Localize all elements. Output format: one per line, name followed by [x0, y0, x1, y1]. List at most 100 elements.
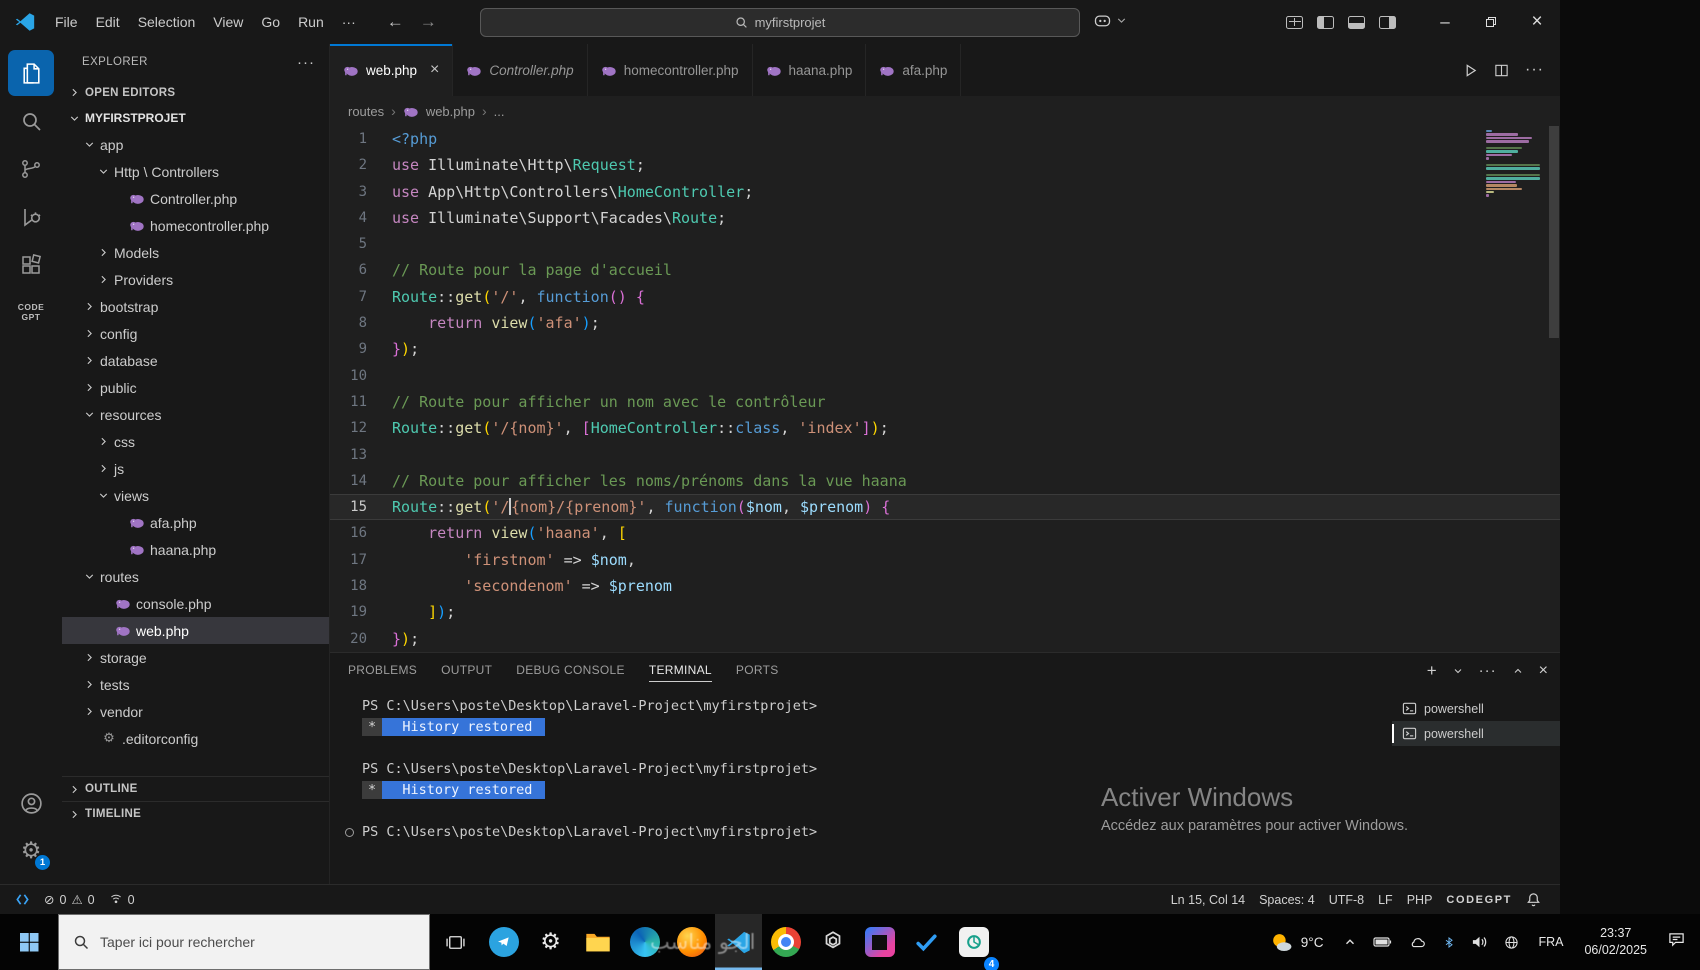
code-line-14[interactable]: 14 // Route pour afficher les noms/prénom… — [330, 468, 1560, 494]
tab-web.php[interactable]: web.php × — [330, 44, 454, 96]
maximize-panel-icon[interactable] — [1512, 665, 1524, 677]
code-line-8[interactable]: 8 return view('afa'); — [330, 310, 1560, 336]
taskbar-edge[interactable] — [621, 914, 668, 970]
taskbar-file-explorer[interactable] — [574, 914, 621, 970]
code-line-18[interactable]: 18 'secondenom' => $prenom — [330, 573, 1560, 599]
menu-go[interactable]: Go — [252, 8, 289, 36]
tree-item-resources[interactable]: resources — [62, 401, 329, 428]
terminal-instance[interactable]: powershell — [1392, 721, 1560, 746]
taskbar-jetbrains[interactable] — [856, 914, 903, 970]
copilot-menu[interactable] — [1092, 10, 1128, 31]
activity-explorer[interactable] — [8, 50, 54, 96]
panel-tab-debug-console[interactable]: DEBUG CONSOLE — [516, 653, 625, 688]
activity-source-control[interactable] — [8, 146, 54, 192]
tab-homecontroller.php[interactable]: homecontroller.php — [587, 44, 753, 96]
code-line-10[interactable]: 10 — [330, 363, 1560, 389]
code-line-20[interactable]: 20}); — [330, 626, 1560, 652]
nav-back-button[interactable]: ← — [387, 12, 404, 32]
language-indicator[interactable]: FRA — [1527, 935, 1574, 949]
tree-item-vendor[interactable]: vendor — [62, 698, 329, 725]
tree-item-.editorconfig[interactable]: ⚙ .editorconfig — [62, 725, 329, 752]
terminal-output[interactable]: PS C:\Users\poste\Desktop\Laravel-Projec… — [330, 688, 1392, 884]
menu-view[interactable]: View — [204, 8, 252, 36]
panel-tab-ports[interactable]: PORTS — [736, 653, 779, 688]
breadcrumb-item[interactable]: routes — [348, 104, 384, 119]
tab-Controller.php[interactable]: Controller.php — [453, 44, 588, 96]
tree-item-Controller.php[interactable]: Controller.php — [62, 185, 329, 212]
menu-edit[interactable]: Edit — [87, 8, 129, 36]
tree-item-homecontroller.php[interactable]: homecontroller.php — [62, 212, 329, 239]
taskbar-openai[interactable] — [809, 914, 856, 970]
task-view-button[interactable] — [430, 914, 480, 970]
tree-item-js[interactable]: js — [62, 455, 329, 482]
code-line-7[interactable]: 7 Route::get('/', function() { — [330, 284, 1560, 310]
tree-item-css[interactable]: css — [62, 428, 329, 455]
minimap[interactable] — [1486, 130, 1544, 198]
tree-item-HttpControllers[interactable]: Http \ Controllers — [62, 158, 329, 185]
menu-selection[interactable]: Selection — [129, 8, 205, 36]
tree-item-storage[interactable]: storage — [62, 644, 329, 671]
more-actions-icon[interactable]: ··· — [1525, 61, 1544, 79]
code-editor[interactable]: 1 <?php 2 use Illuminate\Http\Request; 3 use … — [330, 126, 1560, 652]
status-encoding[interactable]: UTF-8 — [1322, 893, 1371, 907]
new-terminal-icon[interactable]: + — [1427, 661, 1437, 681]
customize-layout-icon[interactable] — [1286, 15, 1303, 29]
code-line-9[interactable]: 9}); — [330, 336, 1560, 362]
code-line-11[interactable]: 11 // Route pour afficher un nom avec le … — [330, 389, 1560, 415]
tree-item-console.php[interactable]: console.php — [62, 590, 329, 617]
nav-forward-button[interactable]: → — [420, 12, 437, 32]
status-cursor-position[interactable]: Ln 15, Col 14 — [1164, 893, 1252, 907]
breadcrumb-item[interactable]: web.php — [426, 104, 475, 119]
toggle-panel-icon[interactable] — [1348, 15, 1365, 29]
taskbar-gpt4[interactable]: 4 — [950, 914, 999, 970]
activity-settings[interactable]: ⚙ 1 — [8, 828, 54, 874]
command-center-search[interactable]: myfirstprojet — [480, 8, 1080, 37]
tray-battery[interactable] — [1365, 935, 1401, 950]
tree-item-Providers[interactable]: Providers — [62, 266, 329, 293]
tree-item-database[interactable]: database — [62, 347, 329, 374]
menu-[interactable]: ··· — [333, 8, 365, 36]
close-panel-icon[interactable]: × — [1539, 662, 1548, 680]
problems-indicator[interactable]: ⊘ 0 ⚠ 0 — [37, 892, 102, 908]
tree-item-config[interactable]: config — [62, 320, 329, 347]
tray-bluetooth[interactable] — [1435, 935, 1463, 950]
code-line-16[interactable]: 16 return view('haana', [ — [330, 520, 1560, 546]
status-eol[interactable]: LF — [1371, 893, 1400, 907]
activity-extensions[interactable] — [8, 242, 54, 288]
more-actions-icon[interactable]: ··· — [297, 54, 315, 71]
editor-scrollbar[interactable] — [1549, 126, 1559, 338]
tray-cloud[interactable] — [1401, 935, 1435, 950]
tree-item-web.php[interactable]: web.php — [62, 617, 329, 644]
menu-file[interactable]: File — [46, 8, 87, 36]
tree-item-routes[interactable]: routes — [62, 563, 329, 590]
code-line-6[interactable]: 6 // Route pour la page d'accueil — [330, 257, 1560, 283]
split-editor-icon[interactable] — [1494, 63, 1509, 78]
window-close-button[interactable]: × — [1514, 0, 1560, 44]
activity-account[interactable] — [8, 780, 54, 826]
start-button[interactable] — [0, 914, 58, 970]
terminal-instance[interactable]: powershell — [1392, 696, 1560, 721]
panel-tab-terminal[interactable]: TERMINAL — [648, 653, 712, 688]
toggle-secondary-sidebar-icon[interactable] — [1379, 15, 1396, 29]
activity-codegpt[interactable]: CODE GPT — [8, 290, 54, 336]
panel-tab-output[interactable]: OUTPUT — [441, 653, 492, 688]
tray-chevron-up[interactable] — [1335, 935, 1365, 950]
close-tab-icon[interactable]: × — [430, 61, 439, 79]
outline-section[interactable]: OUTLINE — [62, 776, 329, 801]
ports-indicator[interactable]: 0 — [102, 893, 142, 907]
code-line-15[interactable]: 15 Route::get('/{nom}/{prenom}', function… — [330, 494, 1560, 521]
weather-widget[interactable]: 9°C — [1257, 930, 1336, 955]
tree-item-views[interactable]: views — [62, 482, 329, 509]
code-line-5[interactable]: 5 — [330, 231, 1560, 257]
code-line-3[interactable]: 3 use App\Http\Controllers\HomeController… — [330, 179, 1560, 205]
taskbar-firefox[interactable] — [668, 914, 715, 970]
project-root-folder[interactable]: MYFIRSTPROJET — [62, 105, 329, 131]
panel-more-icon[interactable]: ··· — [1479, 662, 1497, 679]
code-line-2[interactable]: 2 use Illuminate\Http\Request; — [330, 152, 1560, 178]
timeline-section[interactable]: TIMELINE — [62, 801, 329, 826]
tray-network[interactable] — [1496, 935, 1527, 950]
breadcrumb-item[interactable]: ... — [494, 104, 505, 119]
tree-item-afa.php[interactable]: afa.php — [62, 509, 329, 536]
action-center-button[interactable] — [1657, 931, 1700, 953]
activity-run-debug[interactable] — [8, 194, 54, 240]
